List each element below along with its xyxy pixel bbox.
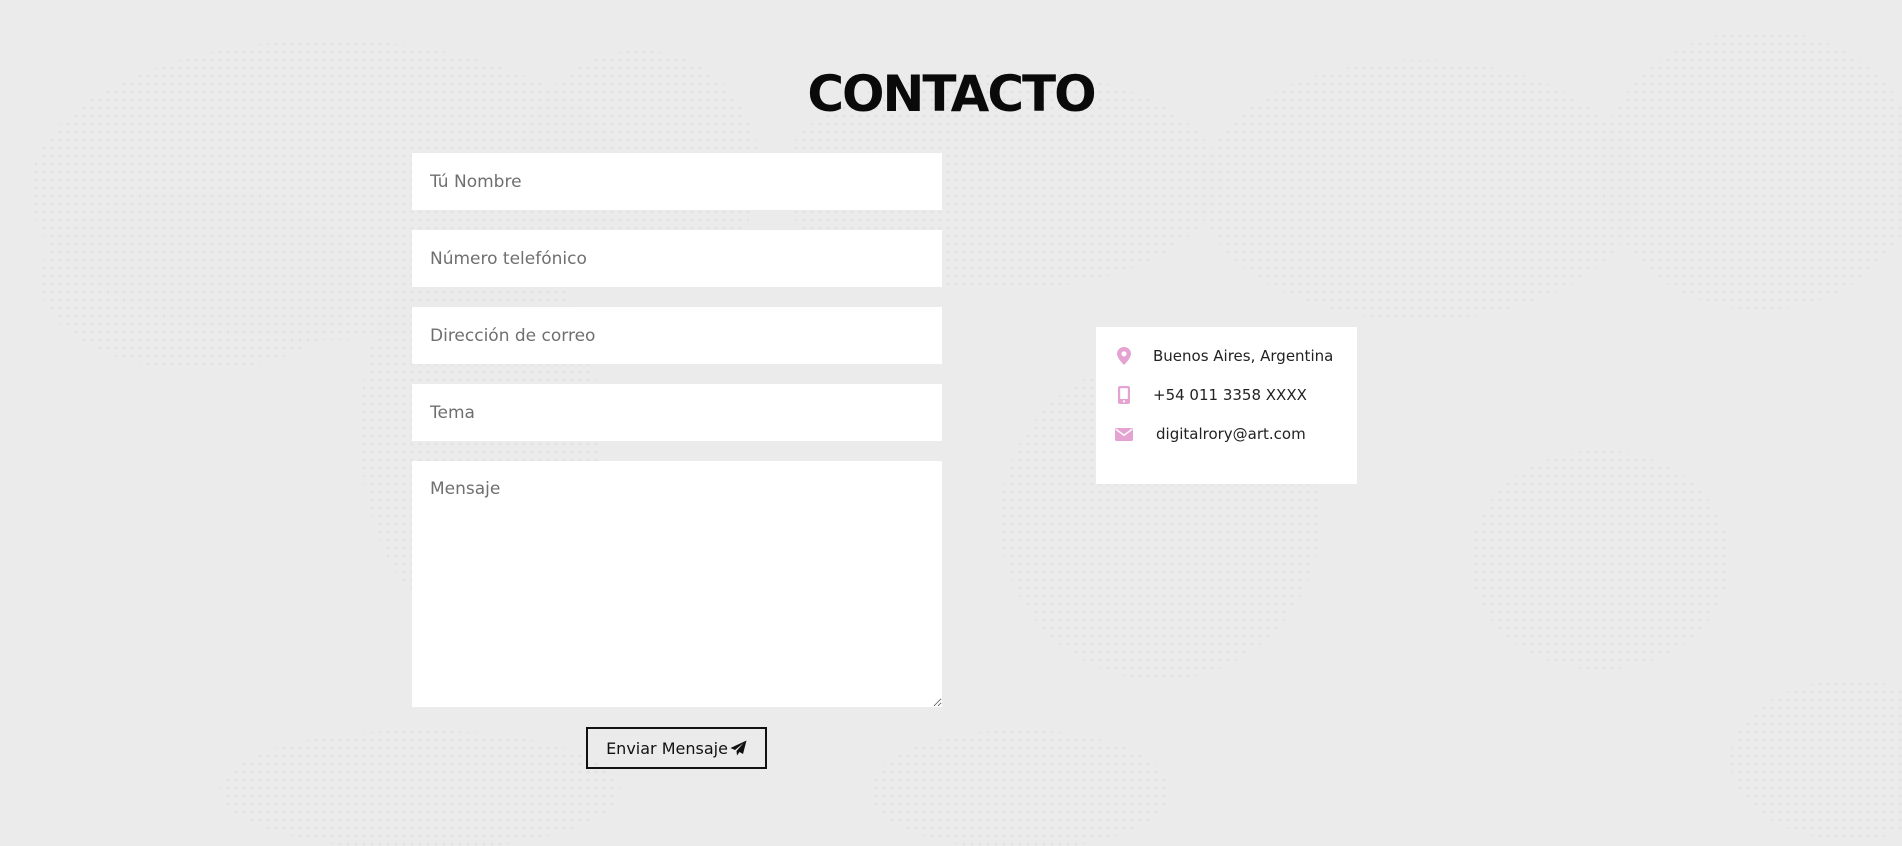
contact-phone-row: +54 011 3358 XXXX <box>1112 383 1307 407</box>
phone-input[interactable] <box>412 230 942 287</box>
world-map-dot-background <box>30 30 1902 846</box>
name-input[interactable] <box>412 153 942 210</box>
subject-input[interactable] <box>412 384 942 441</box>
envelope-icon <box>1112 422 1136 446</box>
contact-phone-text: +54 011 3358 XXXX <box>1153 386 1307 404</box>
send-message-button[interactable]: Enviar Mensaje <box>586 727 767 769</box>
page-title: CONTACTO <box>807 65 1096 123</box>
map-marker-icon <box>1112 344 1136 368</box>
contact-location-row: Buenos Aires, Argentina <box>1112 344 1333 368</box>
contact-email-row: digitalrory@art.com <box>1112 422 1306 446</box>
contact-email-text: digitalrory@art.com <box>1156 425 1306 443</box>
paper-plane-icon <box>730 740 747 756</box>
contact-location-text: Buenos Aires, Argentina <box>1153 347 1334 365</box>
email-input[interactable] <box>412 307 942 364</box>
mobile-phone-icon <box>1112 383 1136 407</box>
message-textarea[interactable] <box>412 461 942 707</box>
send-message-label: Enviar Mensaje <box>606 738 728 758</box>
contact-info-card: Buenos Aires, Argentina +54 011 3358 XXX… <box>1096 327 1357 484</box>
